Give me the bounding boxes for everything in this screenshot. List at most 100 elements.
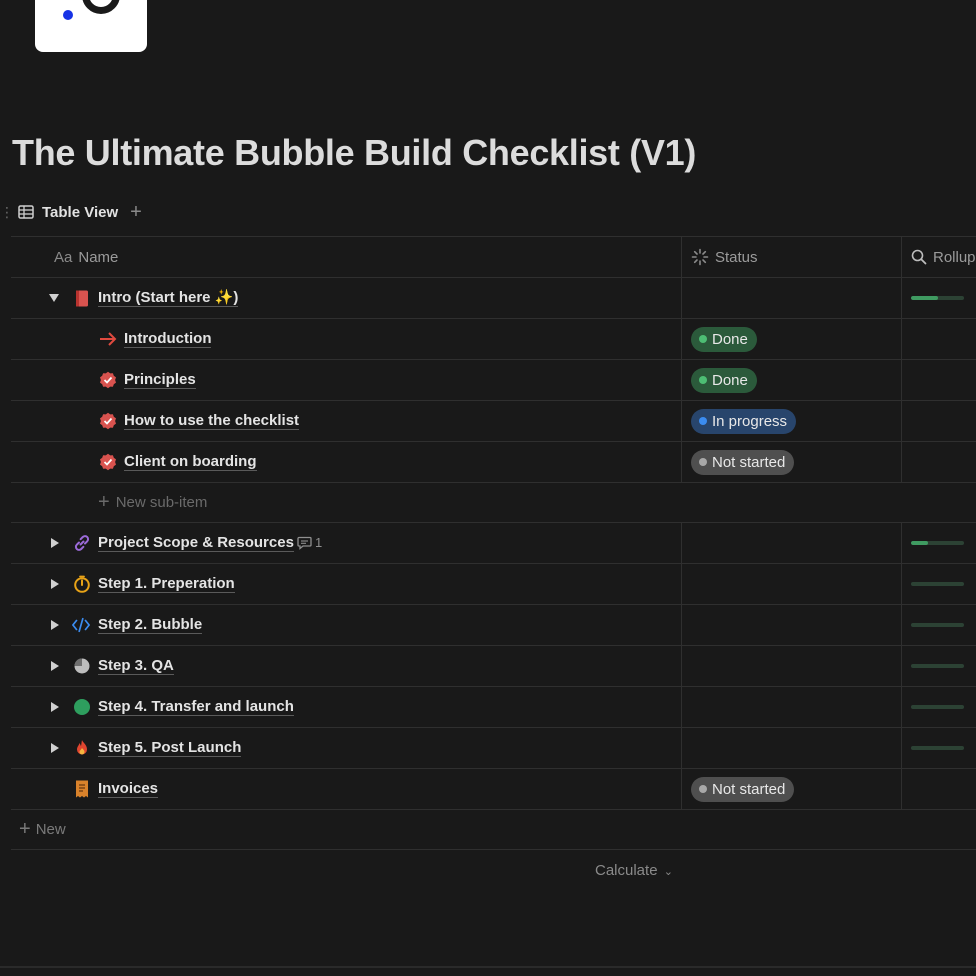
status-cell[interactable]: In progress [682, 401, 902, 441]
row-label[interactable]: Step 4. Transfer and launch [98, 698, 294, 716]
row-label[interactable]: Client on boarding [124, 453, 257, 471]
tab-table-view-label: Table View [42, 203, 119, 221]
expand-toggle-icon[interactable] [51, 620, 59, 630]
check-badge-icon [99, 371, 117, 389]
expand-toggle-icon[interactable] [49, 294, 59, 302]
rollup-cell [902, 278, 976, 318]
rollup-cell [902, 319, 976, 359]
rollup-progress-bar [911, 664, 964, 668]
rollup-progress-bar [911, 746, 964, 750]
fire-icon [73, 739, 91, 757]
column-header-status[interactable]: Status [682, 237, 902, 277]
rollup-progress-bar [911, 705, 964, 709]
comment-indicator[interactable]: 1 [297, 535, 322, 550]
row-label[interactable]: Step 3. QA [98, 657, 174, 675]
table-row[interactable]: Project Scope & Resources 1 [11, 523, 976, 564]
rollup-cell [902, 523, 976, 563]
status-cell[interactable]: Not started [682, 442, 902, 482]
status-pill-done: Done [691, 367, 757, 393]
new-sub-item-label: New sub-item [115, 494, 208, 511]
page-title: The Ultimate Bubble Build Checklist (V1) [12, 132, 697, 173]
status-cell[interactable]: Done [682, 319, 902, 359]
status-pill-done: Done [691, 326, 757, 352]
status-pill-in-progress: In progress [691, 408, 797, 434]
table-row[interactable]: Step 1. Preperation [11, 564, 976, 605]
row-label[interactable]: How to use the checklist [124, 412, 300, 430]
row-label[interactable]: Step 1. Preperation [98, 575, 235, 593]
row-label[interactable]: Project Scope & Resources [98, 534, 294, 552]
rollup-cell [902, 564, 976, 604]
logo [35, 0, 147, 52]
plus-icon: + [98, 491, 110, 513]
chevron-down-icon: ⌄ [663, 866, 673, 878]
row-label[interactable]: Step 5. Post Launch [98, 739, 242, 757]
table-row[interactable]: Principles Done [11, 360, 976, 401]
status-cell[interactable]: Done [682, 360, 902, 400]
column-header-name[interactable]: Aa Name [11, 237, 682, 277]
table-icon [18, 205, 34, 219]
table-row[interactable]: Client on boarding Not started [11, 442, 976, 483]
rollup-cell [902, 605, 976, 645]
rollup-progress-bar [911, 623, 964, 627]
expand-toggle-icon[interactable] [51, 661, 59, 671]
expand-toggle-icon[interactable] [51, 702, 59, 712]
link-icon [73, 534, 91, 552]
rollup-cell [902, 728, 976, 768]
table-row[interactable]: Step 4. Transfer and launch [11, 687, 976, 728]
rollup-progress-fill [911, 541, 929, 545]
view-bar: ⋮ Table View + [0, 198, 142, 226]
status-spinner-icon [691, 248, 709, 266]
new-sub-item-button[interactable]: + New sub-item [11, 483, 976, 523]
table-header: Aa Name Status Rollup [11, 236, 976, 278]
expand-toggle-icon[interactable] [51, 743, 59, 753]
green-circle-icon [73, 698, 91, 716]
row-label[interactable]: Invoices [98, 780, 159, 798]
drag-handle-icon[interactable]: ⋮ [0, 205, 14, 219]
code-icon [72, 616, 90, 634]
expand-toggle-icon[interactable] [51, 579, 59, 589]
table-row[interactable]: Step 3. QA [11, 646, 976, 687]
rollup-progress-bar [911, 582, 964, 586]
status-cell[interactable] [682, 564, 902, 604]
status-cell[interactable] [682, 728, 902, 768]
calculate-button[interactable]: Calculate ⌄ [595, 862, 673, 879]
row-label[interactable]: Introduction [124, 330, 212, 348]
table-row[interactable]: Step 2. Bubble [11, 605, 976, 646]
expand-toggle-icon[interactable] [51, 538, 59, 548]
table-row[interactable]: Intro (Start here ✨) [11, 278, 976, 319]
table-row[interactable]: Step 5. Post Launch [11, 728, 976, 769]
status-cell[interactable] [682, 687, 902, 727]
logo-ring-shape [82, 0, 120, 14]
comment-icon [297, 536, 312, 550]
status-pill-not-started: Not started [691, 776, 795, 802]
add-view-button[interactable]: + [130, 201, 142, 224]
status-pill-label: Done [712, 330, 748, 348]
new-row-button[interactable]: + New [11, 810, 976, 850]
table-row[interactable]: Introduction Done [11, 319, 976, 360]
rollup-cell [902, 442, 976, 482]
table-row[interactable]: Invoices Not started [11, 769, 976, 810]
rollup-progress-bar [911, 296, 964, 300]
status-dot [699, 458, 707, 466]
status-cell[interactable] [682, 278, 902, 318]
status-cell[interactable] [682, 646, 902, 686]
timer-icon [73, 575, 91, 593]
check-badge-icon [99, 412, 117, 430]
new-row-label: New [35, 821, 66, 838]
status-pill-label: Not started [712, 780, 786, 798]
row-label[interactable]: Principles [124, 371, 196, 389]
column-header-status-label: Status [715, 248, 758, 266]
status-cell[interactable]: Not started [682, 769, 902, 809]
status-dot [699, 376, 707, 384]
column-header-rollup[interactable]: Rollup [902, 237, 976, 277]
row-label[interactable]: Intro (Start here ✨) [98, 289, 239, 307]
tab-table-view[interactable]: Table View [18, 198, 118, 226]
status-cell[interactable] [682, 605, 902, 645]
table-row[interactable]: How to use the checklist In progress [11, 401, 976, 442]
row-label[interactable]: Step 2. Bubble [98, 616, 203, 634]
rollup-progress-fill [911, 296, 938, 300]
status-cell[interactable] [682, 523, 902, 563]
rollup-cell [902, 769, 976, 809]
receipt-icon [73, 780, 91, 798]
pie-icon [73, 657, 91, 675]
